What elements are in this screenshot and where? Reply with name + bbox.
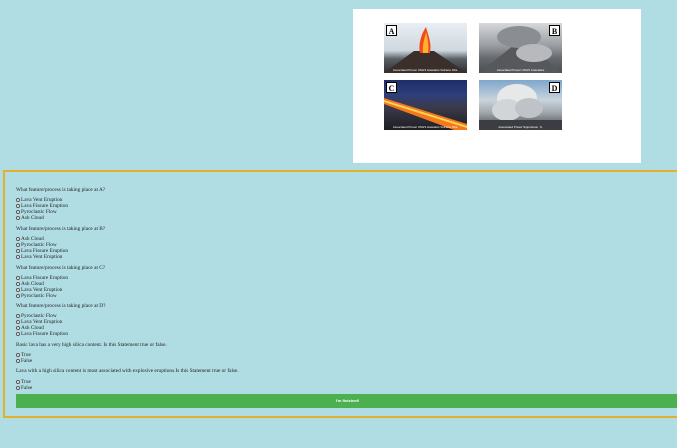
quiz-form: What feature/process is taking place at …	[3, 170, 677, 418]
photo-label: D	[549, 82, 560, 93]
photo-caption: Associated Press/ USGS Hawaiian Volcano …	[392, 68, 459, 72]
radio-button[interactable]	[16, 249, 20, 253]
radio-button[interactable]	[16, 326, 20, 330]
radio-button[interactable]	[16, 204, 20, 208]
photo-label: A	[386, 25, 397, 36]
photo-b: B Associated Press/ USGS Cascades	[479, 23, 562, 73]
radio-button[interactable]	[16, 288, 20, 292]
question-5: Basic lava has a very high silica conten…	[16, 342, 167, 348]
question-1: What feature/process is taking place at …	[16, 187, 106, 193]
option-q3-4[interactable]: Pyroclastic Flow	[16, 293, 57, 299]
photo-c: C Associated Press/ USGS Hawaiian Volcan…	[384, 80, 467, 130]
option-q6-false[interactable]: False	[16, 385, 32, 391]
radio-button[interactable]	[16, 332, 20, 336]
option-label: Ash Cloud	[21, 215, 44, 221]
photo-caption: Associated Press/ Sigurdsson, S.	[498, 125, 543, 129]
radio-button[interactable]	[16, 320, 20, 324]
photo-caption: Associated Press/ USGS Hawaiian Volcano …	[392, 125, 459, 129]
option-label: Pyroclastic Flow	[21, 293, 57, 299]
option-label: False	[21, 385, 33, 391]
option-q5-false[interactable]: False	[16, 358, 32, 364]
question-2: What feature/process is taking place at …	[16, 226, 106, 232]
photo-label: B	[549, 25, 560, 36]
photo-d: D Associated Press/ Sigurdsson, S.	[479, 80, 562, 130]
radio-button[interactable]	[16, 294, 20, 298]
radio-button[interactable]	[16, 380, 20, 384]
question-3: What feature/process is taking place at …	[16, 265, 106, 271]
radio-button[interactable]	[16, 359, 20, 363]
photo-label: C	[386, 82, 397, 93]
radio-button[interactable]	[16, 198, 20, 202]
finish-button[interactable]: I'm finished!	[16, 394, 677, 408]
radio-button[interactable]	[16, 210, 20, 214]
radio-button[interactable]	[16, 386, 20, 390]
radio-button[interactable]	[16, 243, 20, 247]
option-label: Lava Vent Eruption	[21, 254, 63, 260]
radio-button[interactable]	[16, 353, 20, 357]
question-6: Lava with a high silica content is most …	[16, 368, 239, 374]
option-q4-4[interactable]: Lava Fissure Eruption	[16, 331, 68, 337]
radio-button[interactable]	[16, 237, 20, 241]
radio-button[interactable]	[16, 255, 20, 259]
volcano-images-panel: A Associated Press/ USGS Hawaiian Volcan…	[353, 9, 641, 163]
option-q1-4[interactable]: Ash Cloud	[16, 215, 44, 221]
photo-a: A Associated Press/ USGS Hawaiian Volcan…	[384, 23, 467, 73]
radio-button[interactable]	[16, 276, 20, 280]
option-q2-4[interactable]: Lava Vent Eruption	[16, 254, 62, 260]
option-label: False	[21, 358, 33, 364]
radio-button[interactable]	[16, 314, 20, 318]
option-label: Lava Fissure Eruption	[21, 331, 69, 337]
question-4: What feature/process is taking place at …	[16, 303, 106, 309]
radio-button[interactable]	[16, 216, 20, 220]
photo-caption: Associated Press/ USGS Cascades	[496, 68, 545, 72]
radio-button[interactable]	[16, 282, 20, 286]
